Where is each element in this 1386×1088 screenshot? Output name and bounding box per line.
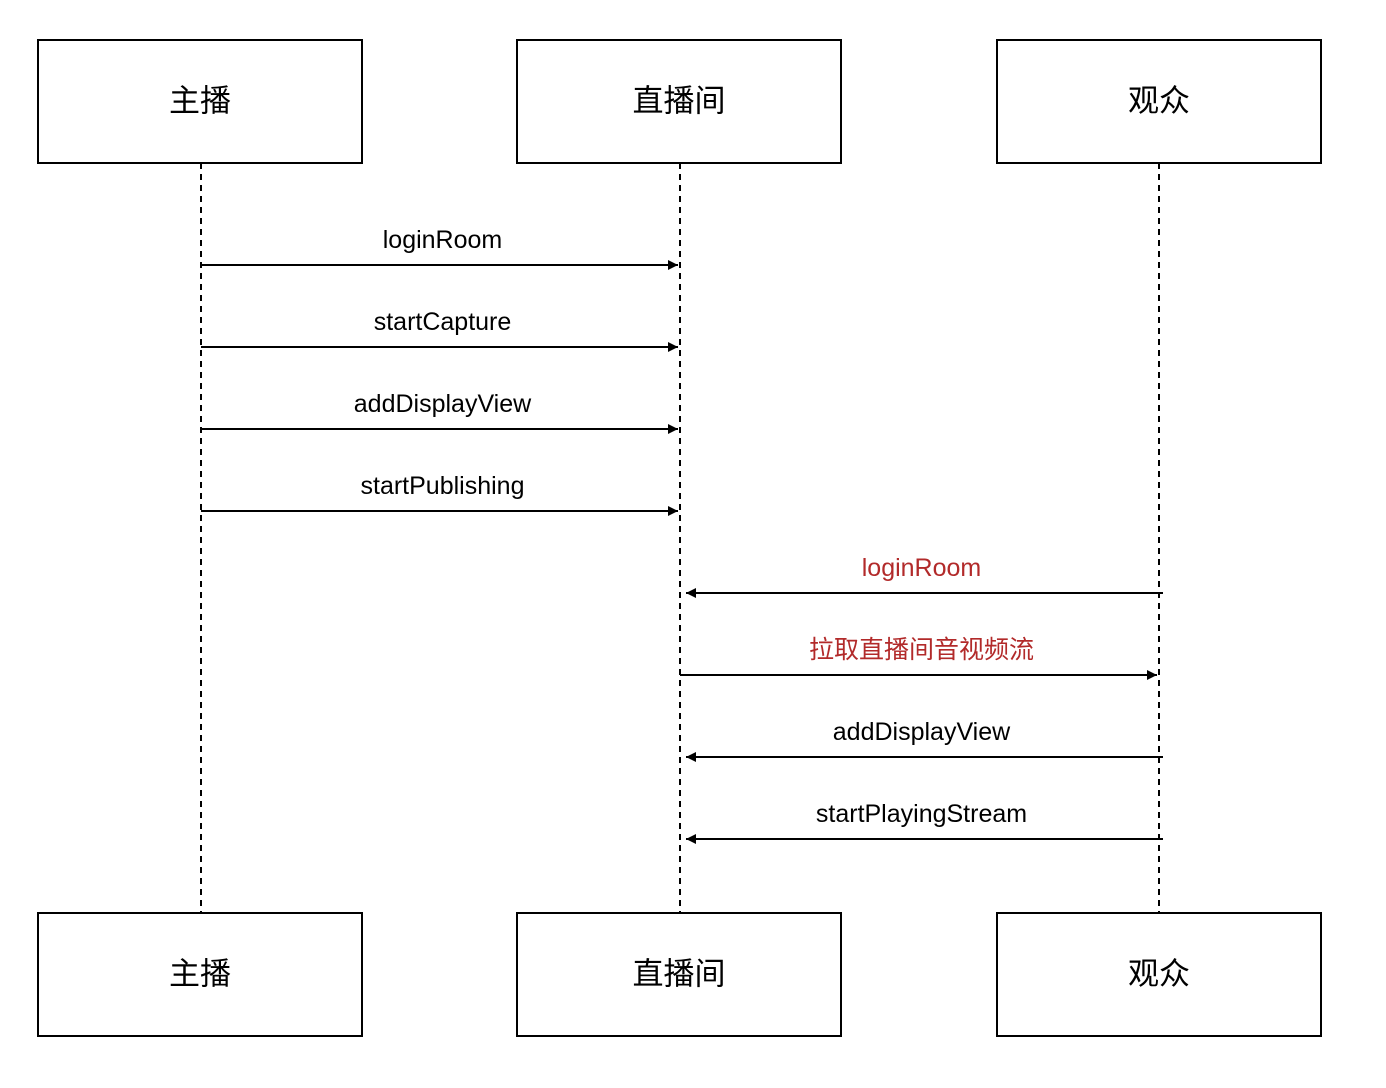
message-label: 拉取直播间音视频流: [809, 636, 1034, 664]
actor-audience-top: 观众: [996, 39, 1322, 164]
message-2: startCapture: [201, 308, 678, 352]
messages: loginRoom startCapture addDisplayView start…: [201, 226, 1163, 844]
message-label: startPlayingStream: [816, 800, 1027, 828]
message-3: addDisplayView: [201, 390, 678, 434]
message-label: addDisplayView: [833, 718, 1011, 746]
actor-room-bottom: 直播间: [516, 912, 842, 1037]
sequence-diagram: 主播主播直播间直播间观众观众 loginRoomstartCaptureaddD…: [37, 39, 1322, 1037]
message-label: loginRoom: [383, 226, 503, 254]
message-6: 拉取直播间音视频流: [680, 636, 1157, 680]
message-1: loginRoom: [201, 226, 678, 270]
actor-room-top: 直播间: [516, 39, 842, 164]
actor-label: 直播间: [633, 84, 726, 120]
message-8: startPlayingStream: [686, 800, 1163, 844]
actor-audience-bottom: 观众: [996, 912, 1322, 1037]
message-label: startPublishing: [361, 472, 525, 500]
message-label: addDisplayView: [354, 390, 532, 418]
actor-host-bottom: 主播: [37, 912, 363, 1037]
message-label: loginRoom: [862, 554, 982, 582]
actor-label: 主播: [169, 957, 231, 993]
message-7: addDisplayView: [686, 718, 1163, 762]
actor-host-top: 主播: [37, 39, 363, 164]
actor-label: 观众: [1128, 957, 1190, 993]
actor-label: 观众: [1128, 84, 1190, 120]
actor-label: 主播: [169, 84, 231, 120]
message-label: startCapture: [374, 308, 512, 336]
actor-label: 直播间: [633, 957, 726, 993]
message-5: loginRoom: [686, 554, 1163, 598]
message-4: startPublishing: [201, 472, 678, 516]
